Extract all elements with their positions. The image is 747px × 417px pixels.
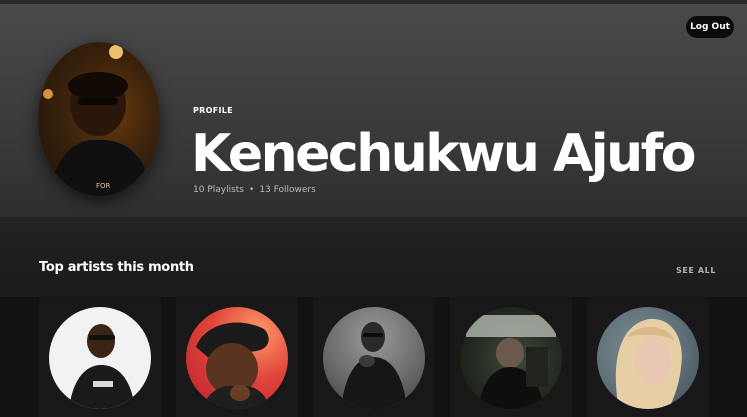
section-header-band	[0, 217, 747, 297]
section-title[interactable]: Top artists this month	[39, 260, 194, 275]
artist-card[interactable]	[450, 297, 572, 417]
artist-card[interactable]	[587, 297, 709, 417]
profile-stats: 10 Playlists • 13 Followers	[193, 185, 316, 195]
artist-image	[460, 307, 562, 409]
playlists-count[interactable]: 10 Playlists	[193, 185, 244, 195]
artist-image	[597, 307, 699, 409]
avatar-photo: FOR	[43, 45, 154, 196]
svg-text:FOR: FOR	[96, 182, 111, 190]
followers-count[interactable]: 13 Followers	[259, 185, 315, 195]
profile-label: PROFILE	[193, 106, 233, 115]
logout-button[interactable]: Log Out	[686, 16, 734, 38]
artist-image	[323, 307, 425, 409]
profile-name: Kenechukwu Ajufo	[191, 124, 696, 184]
artist-card[interactable]	[39, 297, 161, 417]
artist-card[interactable]	[176, 297, 298, 417]
artist-image	[49, 307, 151, 409]
artist-image	[186, 307, 288, 409]
artist-card[interactable]	[313, 297, 435, 417]
profile-avatar[interactable]: FOR	[38, 42, 160, 196]
stats-separator: •	[249, 185, 255, 195]
see-all-link[interactable]: SEE ALL	[676, 266, 716, 275]
